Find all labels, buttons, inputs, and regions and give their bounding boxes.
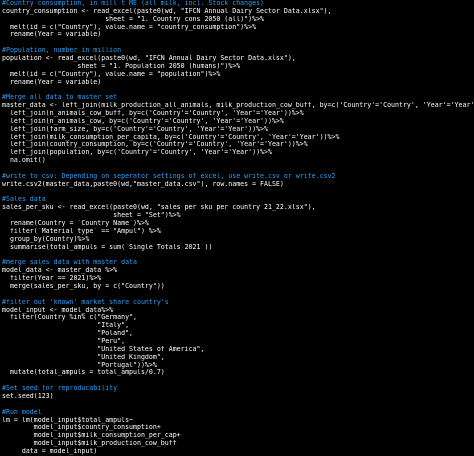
- code-comment-line: #filter out 'known' market share country…: [2, 298, 169, 306]
- code-line: model_data <- master_data %>%: [2, 267, 118, 275]
- code-line: filter(`Material type` == "Ampul") %>%: [2, 227, 161, 235]
- code-comment-line: #Set seed for reproducability: [2, 385, 118, 393]
- code-comment-line: #write to csv: Depending on seperator se…: [2, 172, 336, 180]
- code-line: set.seed(123): [2, 392, 54, 400]
- code-editor[interactable]: #Country consumption, in mill t ME (all …: [0, 0, 474, 455]
- code-line: sheet = "Set")%>%: [2, 212, 181, 220]
- code-comment-line: #Population, number in million: [2, 47, 122, 55]
- code-comment-line: #Sales data: [2, 196, 46, 204]
- code-line: model_input$milk_consumption_per_cap+: [2, 432, 181, 440]
- code-line: na.omit(): [2, 157, 46, 165]
- code-line: population <- read_excel(paste0(wd, "IFC…: [2, 55, 296, 63]
- code-line: left_join(country_consumption, by=c('Cou…: [2, 141, 308, 149]
- code-comment-line: #merge sales data with master data: [2, 259, 137, 267]
- code-line: left_join(farm_size, by=c('Country'='Cou…: [2, 125, 268, 133]
- code-line: sheet = "1. Country cons 2050 (all)")%>%: [2, 15, 265, 23]
- code-line: sales_per_sku <- read_excel(paste0(wd, "…: [2, 204, 316, 212]
- code-line: data = model_input): [2, 447, 98, 455]
- code-line: melt(id = c("Country"), value.name = "co…: [2, 23, 257, 31]
- code-line: rename(Year = variable): [2, 31, 102, 39]
- code-line: "United States of America",: [2, 345, 205, 353]
- code-line: melt(id = c("Country"), value.name = "po…: [2, 70, 221, 78]
- code-comment-line: #Merge all data to master set: [2, 94, 118, 102]
- code-line: "United Kingdom",: [2, 353, 165, 361]
- code-line: model_input$milk_production_cow_buff: [2, 440, 177, 448]
- code-line: left_join(population, by=c('Country'='Co…: [2, 149, 272, 157]
- code-line: left_join(milk_consumption_per_capita, b…: [2, 133, 340, 141]
- code-line: filter(Country %in% c("Germany",: [2, 314, 137, 322]
- code-line: sheet = "1. Population 2050 (humans)")%>…: [2, 62, 241, 70]
- code-line: write.csv2(master_data,paste0(wd,"master…: [2, 180, 284, 188]
- code-line: "Portugal"))%>%: [2, 361, 157, 369]
- code-line: merge(sales_per_sku, by = c("Country")): [2, 282, 165, 290]
- code-line: filter(Year == 2021)%>%: [2, 275, 102, 283]
- code-line: left_join(n_animals_cow_buff, by=c('Coun…: [2, 110, 304, 118]
- code-line: lm = lm(model_input$total_ampuls~: [2, 416, 134, 424]
- code-line: model_input$country_consumption+: [2, 424, 161, 432]
- code-line: group_by(Country)%>%: [2, 235, 90, 243]
- code-line: summarise(total_ampuls = sum(`Single Tot…: [2, 243, 213, 251]
- code-line: master_data <- left_join(milk_production…: [2, 102, 474, 110]
- code-line: left_join(n_animals_cow, by=c('Country'=…: [2, 117, 284, 125]
- code-comment-line: #Country consumption, in mill t ME (all …: [2, 0, 265, 7]
- code-line: country_consumption <- read_excel(paste0…: [2, 7, 332, 15]
- code-line: model_input <- model_data%>%: [2, 306, 114, 314]
- code-line: "Poland",: [2, 330, 134, 338]
- code-line: "Italy",: [2, 322, 130, 330]
- code-line: mutate(total_ampuls = total_ampuls/0.7): [2, 369, 165, 377]
- code-line: "Peru",: [2, 337, 126, 345]
- code-line: rename(Country = `Country Name`)%>%: [2, 220, 149, 228]
- code-line: rename(Year = variable): [2, 78, 102, 86]
